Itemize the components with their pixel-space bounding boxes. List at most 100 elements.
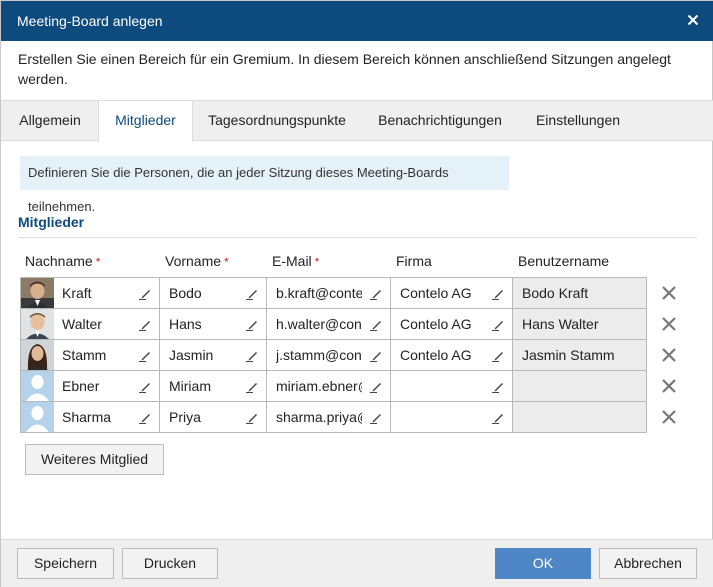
nachname-cell[interactable]: Walter: [21, 309, 160, 340]
dialog-title: Meeting-Board anlegen: [17, 13, 163, 29]
nachname-text: Kraft: [62, 285, 92, 301]
pencil-icon[interactable]: [370, 410, 384, 424]
benutzername-text: Hans Walter: [522, 316, 599, 332]
tab-bar: Allgemein Mitglieder Tagesordnungspunkte…: [1, 100, 713, 142]
delete-x-icon[interactable]: [661, 409, 677, 425]
pencil-icon[interactable]: [492, 410, 506, 424]
table-row: Stamm Jasmin j.stamm@contelo.de Contelo …: [21, 340, 647, 371]
vorname-text: Miriam: [169, 378, 211, 394]
members-table: Kraft Bodo b.kraft@contelo.de Contelo AG…: [20, 277, 647, 433]
nachname-text: Ebner: [62, 378, 100, 394]
delete-x-icon[interactable]: [661, 347, 677, 363]
benutzername-cell: Hans Walter: [513, 309, 647, 340]
table-row: Ebner Miriam miriam.ebner@: [21, 371, 647, 402]
tab-allgemein[interactable]: Allgemein: [1, 101, 99, 141]
tab-einstellungen[interactable]: Einstellungen: [519, 101, 637, 141]
pencil-icon[interactable]: [139, 410, 153, 424]
vorname-cell[interactable]: Priya: [160, 402, 267, 433]
section-title: Mitglieder: [18, 214, 85, 230]
nachname-cell[interactable]: Ebner: [21, 371, 160, 402]
delete-x-icon[interactable]: [661, 285, 677, 301]
dialog-footer: Speichern Drucken OK Abbrechen: [1, 539, 713, 587]
pencil-icon[interactable]: [246, 410, 260, 424]
nachname-cell[interactable]: Stamm: [21, 340, 160, 371]
firma-cell[interactable]: [391, 371, 513, 402]
required-marker: *: [314, 255, 320, 269]
delete-x-icon[interactable]: [661, 378, 677, 394]
benutzername-cell: Jasmin Stamm: [513, 340, 647, 371]
benutzername-text: Bodo Kraft: [522, 285, 589, 301]
vorname-text: Priya: [169, 409, 201, 425]
pencil-icon[interactable]: [139, 348, 153, 362]
delete-x-icon[interactable]: [661, 316, 677, 332]
table-row: Walter Hans h.walter@contelo.de Contelo …: [21, 309, 647, 340]
firma-cell[interactable]: Contelo AG: [391, 278, 513, 309]
pencil-icon[interactable]: [492, 348, 506, 362]
photo-man-light-icon: [21, 309, 54, 339]
nachname-text: Sharma: [62, 409, 112, 425]
tab-tagesordnungspunkte[interactable]: Tagesordnungspunkte: [193, 101, 361, 141]
info-box: Definieren Sie die Personen, die an jede…: [20, 156, 509, 214]
meeting-board-dialog: Meeting-Board anlegen Erstellen Sie eine…: [0, 0, 713, 587]
required-marker: *: [95, 255, 101, 269]
pencil-icon[interactable]: [370, 286, 384, 300]
column-header-nachname: Nachname *: [25, 253, 101, 269]
vorname-cell[interactable]: Miriam: [160, 371, 267, 402]
email-cell[interactable]: h.walter@contelo.de: [267, 309, 391, 340]
vorname-text: Bodo: [169, 285, 202, 301]
pencil-icon[interactable]: [370, 348, 384, 362]
table-row: Kraft Bodo b.kraft@contelo.de Contelo AG…: [21, 278, 647, 309]
photo-man-dark-icon: [21, 278, 54, 308]
pencil-icon[interactable]: [492, 286, 506, 300]
email-cell[interactable]: miriam.ebner@: [267, 371, 391, 402]
photo-woman-icon: [21, 340, 54, 370]
pencil-icon[interactable]: [370, 379, 384, 393]
pencil-icon[interactable]: [246, 286, 260, 300]
nachname-cell[interactable]: Kraft: [21, 278, 160, 309]
save-button[interactable]: Speichern: [17, 548, 114, 579]
pencil-icon[interactable]: [139, 286, 153, 300]
dialog-titlebar: Meeting-Board anlegen: [1, 1, 713, 41]
column-header-email: E-Mail *: [272, 253, 320, 269]
nachname-text: Walter: [62, 316, 102, 332]
add-member-button[interactable]: Weiteres Mitglied: [25, 444, 164, 475]
email-cell[interactable]: b.kraft@contelo.de: [267, 278, 391, 309]
firma-text: Contelo AG: [400, 285, 472, 301]
email-cell[interactable]: sharma.priya@: [267, 402, 391, 433]
vorname-cell[interactable]: Jasmin: [160, 340, 267, 371]
print-button[interactable]: Drucken: [122, 548, 218, 579]
table-row: Sharma Priya sharma.priya@: [21, 402, 647, 433]
email-text: miriam.ebner@: [276, 378, 362, 394]
placeholder-avatar-icon: [21, 371, 54, 401]
pencil-icon[interactable]: [492, 317, 506, 331]
cancel-button[interactable]: Abbrechen: [599, 548, 697, 579]
required-marker: *: [224, 255, 229, 269]
pencil-icon[interactable]: [246, 348, 260, 362]
firma-cell[interactable]: [391, 402, 513, 433]
pencil-icon[interactable]: [370, 317, 384, 331]
pencil-icon[interactable]: [492, 379, 506, 393]
pencil-icon[interactable]: [246, 379, 260, 393]
vorname-text: Hans: [169, 316, 202, 332]
email-text: j.stamm@contelo.de: [276, 347, 362, 363]
dialog-description: Erstellen Sie einen Bereich für ein Grem…: [18, 51, 671, 87]
pencil-icon[interactable]: [139, 317, 153, 331]
vorname-cell[interactable]: Bodo: [160, 278, 267, 309]
placeholder-avatar-icon: [21, 402, 54, 432]
tab-benachrichtigungen[interactable]: Benachrichtigungen: [361, 101, 519, 141]
nachname-text: Stamm: [62, 347, 107, 363]
email-text: b.kraft@contelo.de: [276, 285, 362, 301]
close-icon[interactable]: [684, 11, 702, 29]
vorname-text: Jasmin: [169, 347, 214, 363]
firma-cell[interactable]: Contelo AG: [391, 340, 513, 371]
pencil-icon[interactable]: [246, 317, 260, 331]
ok-button[interactable]: OK: [495, 548, 591, 579]
firma-cell[interactable]: Contelo AG: [391, 309, 513, 340]
email-cell[interactable]: j.stamm@contelo.de: [267, 340, 391, 371]
nachname-cell[interactable]: Sharma: [21, 402, 160, 433]
tab-mitglieder[interactable]: Mitglieder: [98, 101, 193, 142]
pencil-icon[interactable]: [139, 379, 153, 393]
vorname-cell[interactable]: Hans: [160, 309, 267, 340]
section-divider: [18, 237, 697, 238]
column-header-vorname: Vorname *: [165, 253, 229, 269]
